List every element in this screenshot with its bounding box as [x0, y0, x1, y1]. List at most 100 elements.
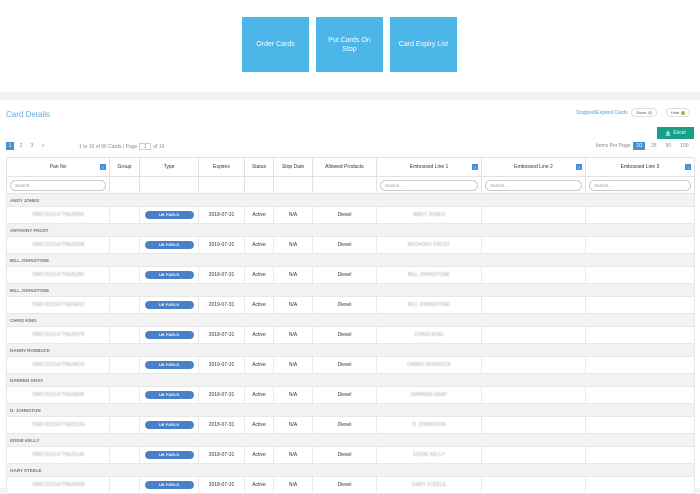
embossed-line-1-cell: GARY STEELE: [376, 476, 482, 494]
column-header-label: Embossed Line 2: [514, 164, 553, 170]
sort-icon[interactable]: ↕: [576, 164, 582, 170]
column-header-label: Pan No: [49, 164, 67, 170]
group-row: ANDY JONES: [6, 193, 695, 207]
pan-no-cell-text: 7896721014776625075: [31, 332, 85, 338]
pan-no-cell-text: 7896721014776624612: [31, 302, 85, 308]
hide-toggle[interactable]: Hide: [666, 108, 691, 117]
ipp-option-10[interactable]: 10: [633, 142, 646, 150]
status-cell-text: Active: [252, 482, 266, 488]
expires-cell: 2018-07-31: [198, 326, 245, 344]
page-next-link[interactable]: »: [39, 142, 47, 150]
table-row[interactable]: 7896721014776625224 UK FUELS 2018-07-31 Act…: [6, 416, 695, 434]
column-header[interactable]: Allowed Products: [312, 157, 377, 177]
card-type-badge: UK FUELS: [144, 361, 194, 369]
stop-date-cell: N/A: [273, 296, 313, 314]
column-header[interactable]: Embossed Line 2 ↕: [481, 157, 586, 177]
group-cell: [109, 206, 140, 224]
expires-cell: 2018-07-31: [198, 266, 245, 284]
group-row: DANNY RODBUCK: [6, 343, 695, 357]
toggle-dot-icon: [681, 110, 686, 115]
status-cell-text: Active: [252, 392, 266, 398]
sort-icon[interactable]: ↕: [685, 164, 691, 170]
group-row: ANTHONY FROST: [6, 223, 695, 237]
column-header[interactable]: Type: [139, 157, 199, 177]
pan-no-cell: 7896721014776625075: [6, 326, 110, 344]
column-header[interactable]: Pan No ↕: [6, 157, 110, 177]
column-header[interactable]: Stop Date: [273, 157, 313, 177]
page-number-input[interactable]: 1: [139, 143, 152, 150]
column-search-input[interactable]: Search...: [380, 179, 478, 191]
sort-icon[interactable]: ↕: [100, 164, 106, 170]
allowed-products-cell-text: Diesel: [337, 482, 352, 488]
embossed-line-3-cell: [585, 416, 695, 434]
card-table: Pan No ↕ Group Type Expires Status Stop Date Al…: [6, 157, 695, 494]
excel-export-button[interactable]: Excel: [657, 127, 694, 139]
page-link-1[interactable]: 1: [6, 142, 14, 150]
column-header-label: Allowed Products: [325, 164, 364, 170]
embossed-line-1-cell-text: ANTHONY FROST: [407, 242, 451, 248]
group-cell: [109, 356, 140, 374]
expires-cell-text: 2018-07-31: [208, 212, 235, 218]
type-cell: UK FUELS: [139, 416, 199, 434]
table-row[interactable]: 7896721014776625146 UK FUELS 2018-07-31 Act…: [6, 446, 695, 464]
filter-cell: Search...: [6, 176, 110, 194]
allowed-products-cell: Diesel: [312, 356, 377, 374]
column-header[interactable]: Expires: [198, 157, 245, 177]
table-row[interactable]: 7896721014776624612 UK FUELS 2019-07-31 Act…: [6, 296, 695, 314]
status-cell: Active: [244, 236, 274, 254]
column-header-label: Type: [163, 164, 175, 170]
ipp-option-50[interactable]: 50: [663, 142, 675, 150]
stop-date-cell-text: N/A: [288, 422, 298, 428]
embossed-line-1-cell-text: GARY STEELE: [411, 482, 447, 488]
page-link-2[interactable]: 2: [17, 142, 25, 150]
expires-cell: 2018-07-31: [198, 386, 245, 404]
embossed-line-3-cell: [585, 206, 695, 224]
column-header[interactable]: Status: [244, 157, 274, 177]
pan-no-cell: 7896721014776624670: [6, 356, 110, 374]
card-expiry-list-button[interactable]: Card Expiry List: [390, 17, 457, 72]
table-row[interactable]: 7896721014776624696 UK FUELS 2018-07-31 Act…: [6, 386, 695, 404]
card-type-badge: UK FUELS: [144, 331, 194, 339]
column-search-input[interactable]: Search...: [10, 179, 106, 191]
ipp-option-25[interactable]: 25: [648, 142, 660, 150]
expires-cell: 2019-07-31: [198, 296, 245, 314]
column-search-input[interactable]: Search...: [589, 179, 691, 191]
embossed-line-1-cell-text: EDDIE KELLY: [413, 452, 445, 458]
embossed-line-2-cell: [481, 476, 586, 494]
show-toggle[interactable]: Show: [631, 108, 658, 117]
column-header[interactable]: Embossed Line 3 ↕: [585, 157, 695, 177]
table-row[interactable]: 7896721014776624670 UK FUELS 2019-07-31 Act…: [6, 356, 695, 374]
filter-cell: [109, 176, 140, 194]
column-header-label: Expires: [213, 164, 230, 170]
status-cell-text: Active: [252, 272, 266, 278]
column-header[interactable]: Embossed Line 1 ↕: [376, 157, 482, 177]
embossed-line-2-cell: [481, 386, 586, 404]
table-row[interactable]: 7896721014776625009 UK FUELS 2018-07-31 Act…: [6, 476, 695, 494]
sort-icon[interactable]: ↕: [472, 164, 478, 170]
put-cards-on-stop-button[interactable]: Put Cards On Stop: [316, 17, 383, 72]
column-search-input[interactable]: Search...: [485, 179, 582, 191]
allowed-products-cell: Diesel: [312, 386, 377, 404]
stop-date-cell: N/A: [273, 206, 313, 224]
group-name: ANTHONY FROST: [6, 223, 695, 237]
stop-date-cell: N/A: [273, 266, 313, 284]
expires-cell: 2019-07-31: [198, 356, 245, 374]
filter-cell: [244, 176, 274, 194]
type-cell: UK FUELS: [139, 386, 199, 404]
order-cards-button[interactable]: Order Cards: [242, 17, 309, 72]
table-row[interactable]: 7896721014776625075 UK FUELS 2018-07-31 Act…: [6, 326, 695, 344]
table-row[interactable]: 7896721014776625691 UK FUELS 2018-07-31 Act…: [6, 206, 695, 224]
page-link-3[interactable]: 3: [28, 142, 36, 150]
allowed-products-cell-text: Diesel: [337, 362, 352, 368]
table-row[interactable]: 7896721014776625281 UK FUELS 2018-07-31 Act…: [6, 266, 695, 284]
ipp-option-100[interactable]: 100: [677, 142, 691, 150]
pan-no-cell: 7896721014776624696: [6, 386, 110, 404]
status-cell-text: Active: [252, 362, 266, 368]
stop-date-cell-text: N/A: [288, 392, 298, 398]
group-cell: [109, 266, 140, 284]
embossed-line-1-cell-text: ANDY JONES: [413, 212, 445, 218]
table-row[interactable]: 7896721014776625206 UK FUELS 2019-07-31 Act…: [6, 236, 695, 254]
pan-no-cell: 7896721014776625281: [6, 266, 110, 284]
embossed-line-1-cell: ANTHONY FROST: [376, 236, 482, 254]
column-header[interactable]: Group: [109, 157, 140, 177]
